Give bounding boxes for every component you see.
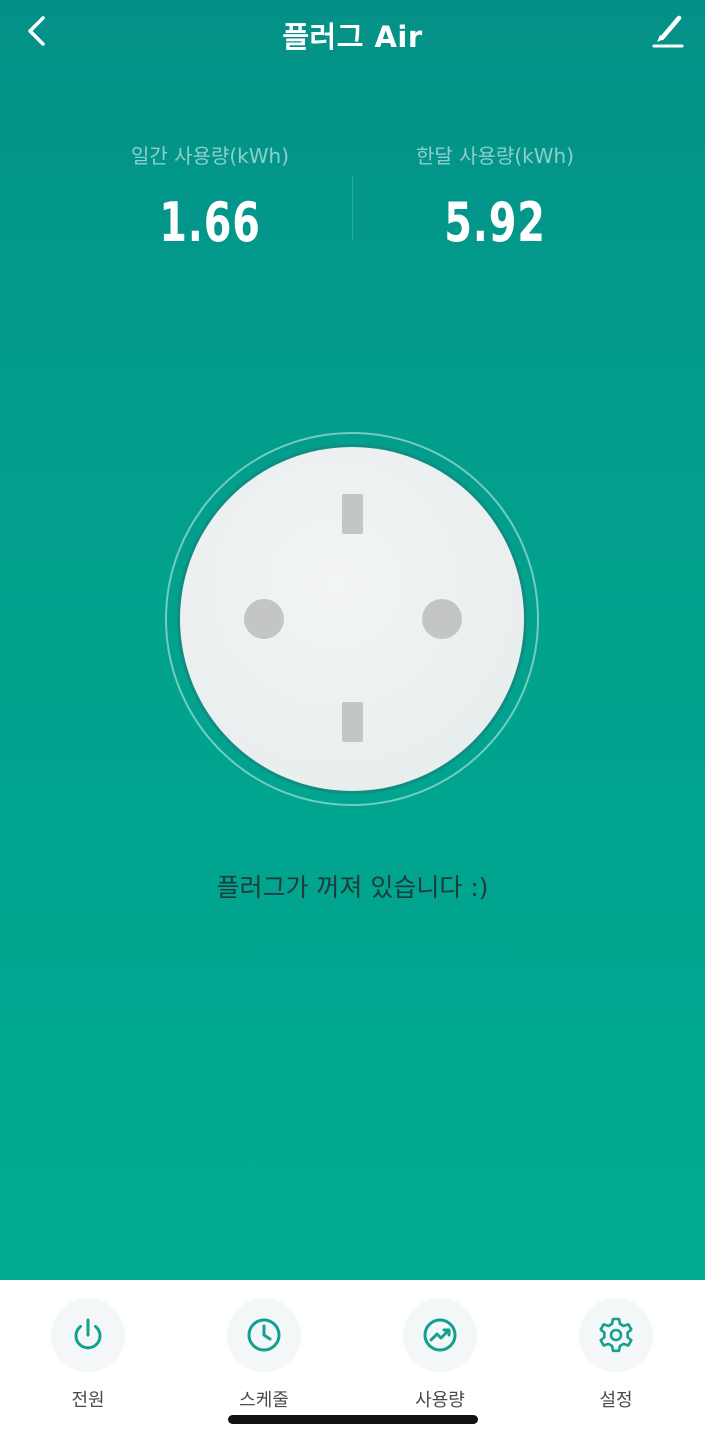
clock-icon bbox=[227, 1298, 301, 1372]
daily-usage-value: 1.66 bbox=[159, 191, 261, 254]
tab-schedule-label: 스케줄 bbox=[239, 1390, 289, 1411]
daily-usage-label: 일간 사용량(kWh) bbox=[131, 144, 289, 168]
monthly-usage: 한달 사용량(kWh) 5.92 bbox=[345, 140, 645, 254]
tab-usage[interactable]: 사용량 bbox=[385, 1298, 495, 1412]
tab-power-label: 전원 bbox=[71, 1390, 105, 1411]
pencil-icon bbox=[652, 15, 684, 48]
outlet-right-hole bbox=[422, 599, 462, 639]
tab-schedule[interactable]: 스케줄 bbox=[209, 1298, 319, 1412]
home-indicator bbox=[228, 1415, 478, 1424]
gear-icon bbox=[579, 1298, 653, 1372]
page-title: 플러그 Air bbox=[282, 20, 423, 54]
tab-settings[interactable]: 설정 bbox=[561, 1298, 671, 1412]
app-header: 플러그 Air bbox=[0, 0, 705, 70]
monthly-usage-value: 5.92 bbox=[444, 191, 546, 254]
trend-chart-icon bbox=[403, 1298, 477, 1372]
tab-settings-label: 설정 bbox=[599, 1390, 633, 1411]
power-icon bbox=[51, 1298, 125, 1372]
usage-stats: 일간 사용량(kWh) 1.66 한달 사용량(kWh) 5.92 bbox=[0, 140, 705, 260]
outlet-left-hole bbox=[244, 599, 284, 639]
tab-usage-label: 사용량 bbox=[415, 1390, 465, 1411]
daily-usage: 일간 사용량(kWh) 1.66 bbox=[60, 140, 360, 254]
monthly-usage-label: 한달 사용량(kWh) bbox=[416, 144, 574, 168]
tab-power[interactable]: 전원 bbox=[33, 1298, 143, 1412]
outlet-bottom-slot bbox=[342, 702, 363, 742]
edit-button[interactable] bbox=[646, 12, 688, 54]
device-screen: 플러그 Air 일간 사용량(kWh) 1.66 한달 사용량(kWh) 5.9… bbox=[0, 0, 705, 1280]
outlet-top-slot bbox=[342, 494, 363, 534]
plug-status-text: 플러그가 꺼져 있습니다 :) bbox=[216, 873, 489, 902]
